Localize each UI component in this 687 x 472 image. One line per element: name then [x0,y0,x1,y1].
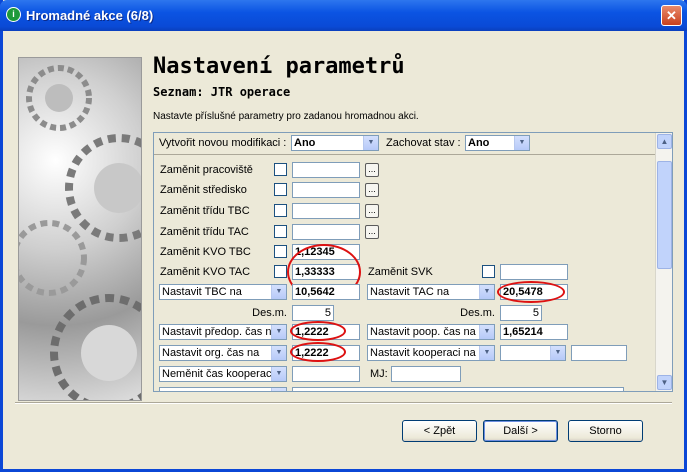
chevron-down-icon: ▼ [271,346,286,360]
decimals-field[interactable]: 5 [292,305,334,321]
center-label: Zaměnit středisko [160,184,247,196]
set-tbc-select[interactable]: Nastavit TBC na ▼ [159,284,287,300]
kvo-tac-checkbox[interactable] [274,265,287,278]
next-row-select[interactable]: ▼ [159,387,287,391]
decimals-label: Des.m. [252,307,287,319]
chevron-down-icon: ▼ [479,346,494,360]
cancel-button[interactable]: Storno [568,420,643,442]
app-icon: i [6,7,21,22]
create-modification-select[interactable]: Ano ▼ [291,135,379,151]
tbc-class-browse-button[interactable]: ... [365,204,379,218]
cooperation-time-label: Neměnit čas kooperace [162,368,272,380]
pre-op-label: Nastavit předop. čas na [162,326,272,338]
next-row-field[interactable] [292,387,624,391]
chevron-down-icon: ▼ [271,325,286,339]
gears-illustration [18,57,142,401]
chevron-down-icon: ▼ [550,346,565,360]
chevron-down-icon: ▼ [479,325,494,339]
decimals-label: Des.m. [460,307,495,319]
center-browse-button[interactable]: ... [365,183,379,197]
next-button[interactable]: Další > [483,420,558,442]
center-checkbox[interactable] [274,183,287,196]
tac-class-checkbox[interactable] [274,225,287,238]
keep-state-label: Zachovat stav : [386,137,461,149]
scroll-up-button[interactable]: ▲ [657,134,672,149]
cooperation-select[interactable]: Nastavit kooperaci na ▼ [367,345,495,361]
window-title: Hromadné akce (6/8) [26,8,154,23]
kvo-tbc-checkbox[interactable] [274,245,287,258]
close-button[interactable]: ✕ [661,5,682,26]
chevron-down-icon: ▼ [271,285,286,299]
set-tac-label: Nastavit TAC na [370,286,450,298]
center-field[interactable] [292,182,360,198]
tbc-class-checkbox[interactable] [274,204,287,217]
workplace-field[interactable] [292,162,360,178]
cooperation-value-select[interactable]: ▼ [500,345,566,361]
org-time-select[interactable]: Nastavit org. čas na ▼ [159,345,287,361]
tbc-class-field[interactable] [292,203,360,219]
chevron-down-icon: ▼ [479,285,494,299]
cooperation-time-field[interactable] [292,366,360,382]
page-title: Nastavení parametrů [153,54,405,79]
workplace-checkbox[interactable] [274,163,287,176]
unit-label: MJ: [370,368,388,380]
svk-field[interactable] [500,264,568,280]
page-subtitle: Seznam: JTR operace [153,85,291,99]
svk-checkbox[interactable] [482,265,495,278]
back-button[interactable]: < Zpět [402,420,477,442]
highlight-oval [290,321,346,341]
wizard-window: i Hromadné akce (6/8) ✕ Nastavení parame… [0,0,687,472]
highlight-oval [290,342,346,362]
cooperation-label: Nastavit kooperaci na [370,347,476,359]
workplace-browse-button[interactable]: ... [365,163,379,177]
chevron-down-icon: ▼ [271,388,286,391]
decimals-field[interactable]: 5 [500,305,542,321]
chevron-down-icon: ▼ [514,136,529,150]
workplace-label: Zaměnit pracoviště [160,164,253,176]
post-op-select[interactable]: Nastavit poop. čas na ▼ [367,324,495,340]
kvo-tbc-label: Zaměnit KVO TBC [160,246,251,258]
kvo-tac-label: Zaměnit KVO TAC [160,266,251,278]
cooperation-time-select[interactable]: Neměnit čas kooperace ▼ [159,366,287,382]
svk-label: Zaměnit SVK [368,266,433,278]
org-time-label: Nastavit org. čas na [162,347,260,359]
title-bar[interactable]: i Hromadné akce (6/8) ✕ [0,0,687,31]
scroll-thumb[interactable] [657,161,672,269]
pre-op-select[interactable]: Nastavit předop. čas na ▼ [159,324,287,340]
tac-class-field[interactable] [292,224,360,240]
footer-divider [15,402,672,404]
gears-graphic [19,65,141,400]
panel-scrollbar[interactable]: ▲ ▼ [655,133,672,391]
divider [154,154,656,155]
create-modification-label: Vytvořit novou modifikaci : [159,137,287,149]
post-op-field[interactable]: 1,65214 [500,324,568,340]
parameters-panel: Vytvořit novou modifikaci : Ano ▼ Zachov… [153,132,673,392]
set-tbc-field[interactable]: 10,5642 [292,284,360,300]
highlight-oval [497,281,565,303]
post-op-label: Nastavit poop. čas na [370,326,476,338]
scroll-down-button[interactable]: ▼ [657,375,672,390]
keep-state-select[interactable]: Ano ▼ [465,135,530,151]
set-tbc-label: Nastavit TBC na [162,286,242,298]
tbc-class-label: Zaměnit třídu TBC [160,205,250,217]
page-description: Nastavte příslušné parametry pro zadanou… [153,111,419,122]
chevron-down-icon: ▼ [271,367,286,381]
tac-class-label: Zaměnit třídu TAC [160,226,249,238]
unit-field[interactable] [391,366,461,382]
cooperation-field[interactable] [571,345,627,361]
chevron-down-icon: ▼ [363,136,378,150]
tac-class-browse-button[interactable]: ... [365,225,379,239]
set-tac-select[interactable]: Nastavit TAC na ▼ [367,284,495,300]
